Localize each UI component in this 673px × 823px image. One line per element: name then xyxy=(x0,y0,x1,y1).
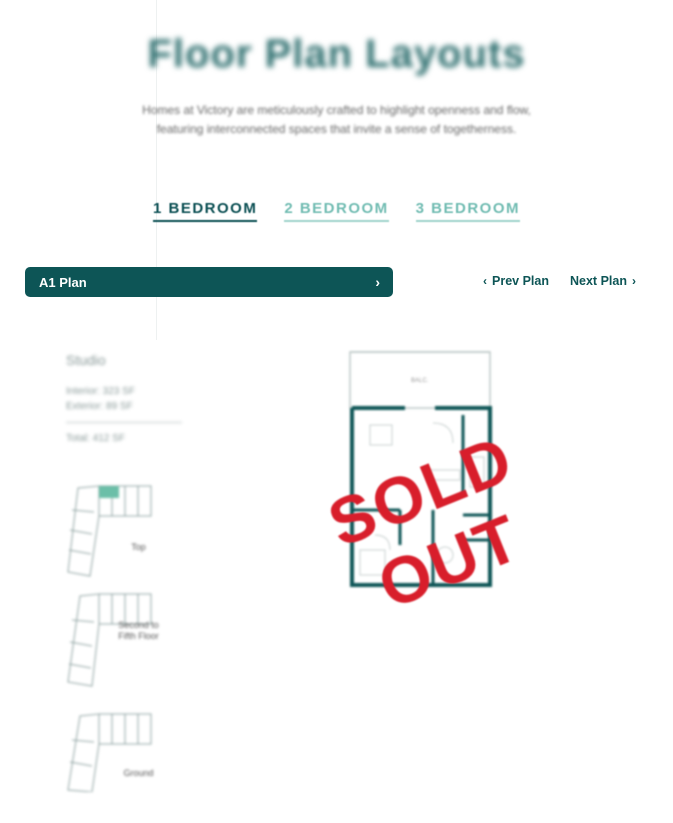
tab-3-bedroom[interactable]: 3 BEDROOM xyxy=(415,200,521,222)
exterior-area: Exterior: 89 SF xyxy=(66,401,133,412)
plan-info: Studio Interior: 323 SF Exterior: 89 SF … xyxy=(66,352,182,446)
tab-1-bedroom[interactable]: 1 BEDROOM xyxy=(152,200,258,222)
subtitle-line-1: Homes at Victory are meticulously crafte… xyxy=(142,103,531,117)
chevron-left-icon: ‹ xyxy=(483,274,487,288)
info-divider xyxy=(66,422,182,423)
key-plan-ground: Ground xyxy=(64,692,164,798)
unit-type: Studio xyxy=(66,352,106,368)
total-area: Total: 412 SF xyxy=(66,433,125,444)
plan-selector-label: A1 Plan xyxy=(39,274,87,290)
subtitle-line-2: featuring interconnected spaces that inv… xyxy=(156,122,517,136)
bedroom-tabs: 1 BEDROOM 2 BEDROOM 3 BEDROOM xyxy=(0,200,673,222)
key-plan-label: Top xyxy=(131,542,146,552)
page-title: Floor Plan Layouts xyxy=(147,32,526,76)
key-plans: Top Second to Fifth Floor Ground xyxy=(64,480,164,798)
key-plan-label: Second to Fifth Floor xyxy=(118,620,159,641)
key-plan-middle: Second to Fifth Floor xyxy=(64,586,164,692)
prev-plan-label: Prev Plan xyxy=(492,274,549,288)
key-plan-top: Top xyxy=(64,480,164,586)
next-plan-link[interactable]: Next Plan › xyxy=(570,274,641,288)
balcony-label: BALC. xyxy=(411,378,429,384)
key-plan-diagram xyxy=(67,485,152,577)
chevron-right-icon: › xyxy=(631,274,636,288)
prev-plan-link[interactable]: ‹ Prev Plan xyxy=(478,274,549,288)
plan-selector-button[interactable]: A1 Plan › xyxy=(25,267,393,297)
tab-2-bedroom[interactable]: 2 BEDROOM xyxy=(284,200,389,222)
next-plan-label: Next Plan xyxy=(570,274,627,288)
page-subtitle: Homes at Victory are meticulously crafte… xyxy=(0,101,673,139)
interior-area: Interior: 323 SF xyxy=(66,386,135,397)
chevron-right-icon: › xyxy=(375,274,380,290)
key-plan-label: Ground xyxy=(123,768,154,778)
